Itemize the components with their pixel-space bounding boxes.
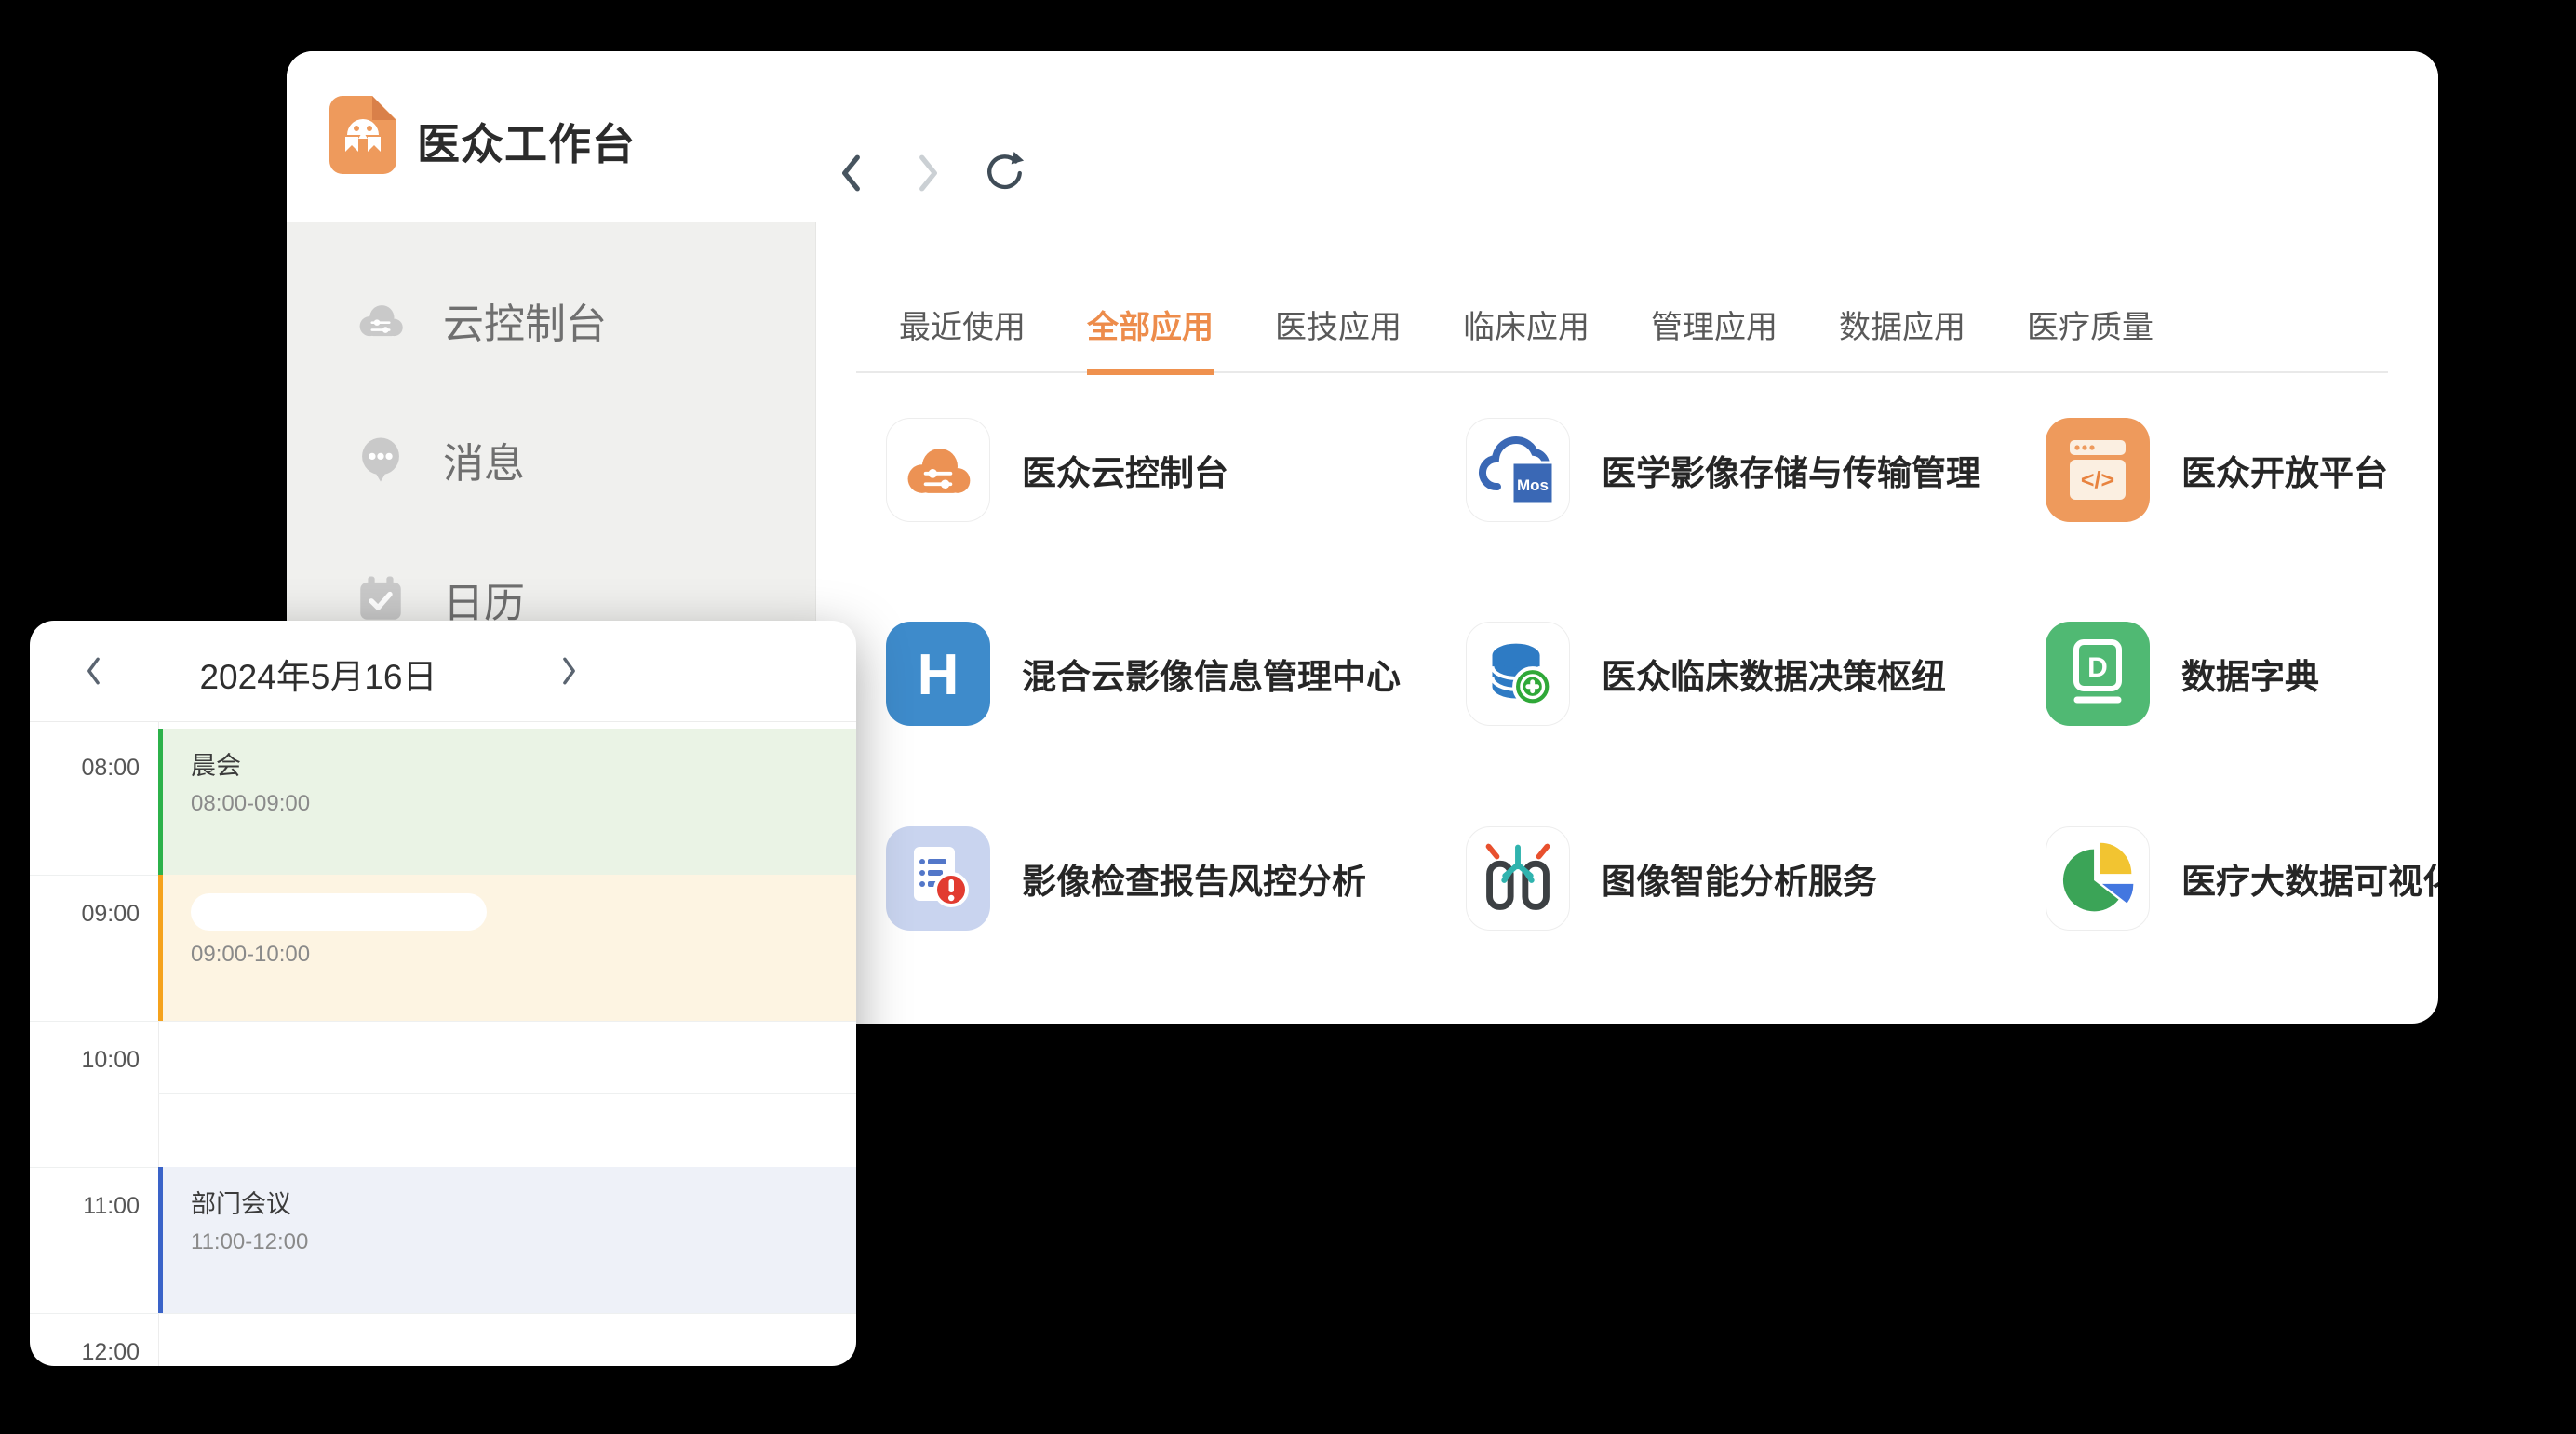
- app-category-tabs: 最近使用 全部应用 医技应用 临床应用 管理应用 数据应用 医疗质量: [856, 286, 2388, 373]
- calendar-icon: [354, 572, 408, 626]
- time-label: 08:00: [30, 755, 140, 782]
- black-backdrop: 医众工作台: [0, 0, 2576, 1434]
- app-label: 影像检查报告风控分析: [1022, 853, 1366, 904]
- app-label: 图像智能分析服务: [1602, 853, 1877, 904]
- app-image-ai-analysis[interactable]: 图像智能分析服务: [1466, 826, 1877, 931]
- app-label: 数据字典: [2181, 649, 2319, 699]
- svg-text:H: H: [918, 643, 959, 707]
- calendar-day-grid: 08:00 09:00 10:00 11:00 12:00 晨会 08:00-0…: [30, 721, 856, 1366]
- window-header: 医众工作台: [287, 51, 2438, 222]
- tab-all-apps[interactable]: 全部应用: [1087, 302, 1214, 375]
- tab-medical-quality[interactable]: 医疗质量: [2027, 302, 2153, 375]
- chevron-right-icon: [916, 154, 940, 193]
- hour-gridline: [30, 875, 158, 876]
- app-label: 医学影像存储与传输管理: [1602, 445, 1980, 495]
- database-plus-icon: [1466, 622, 1570, 726]
- app-cloud-console[interactable]: 医众云控制台: [886, 418, 1228, 522]
- forward-button[interactable]: [906, 152, 949, 194]
- app-bigdata-visualization[interactable]: 医疗大数据可视化: [2046, 826, 2438, 931]
- app-open-platform[interactable]: </> 医众开放平台: [2046, 418, 2388, 522]
- svg-text:Mos: Mos: [1517, 476, 1549, 494]
- pie-chart-icon: [2046, 826, 2150, 931]
- hour-gridline: [30, 1313, 856, 1314]
- svg-text:</>: </>: [2081, 467, 2114, 493]
- sidebar-item-label: 云控制台: [443, 290, 607, 350]
- tab-management-apps[interactable]: 管理应用: [1651, 302, 1778, 375]
- next-day-button[interactable]: [547, 649, 592, 693]
- sidebar-item-cloud-console[interactable]: 云控制台: [354, 290, 607, 350]
- time-label: 10:00: [30, 1047, 140, 1074]
- calendar-header: 2024年5月16日: [30, 621, 856, 722]
- time-label: 12:00: [30, 1339, 140, 1366]
- back-button[interactable]: [830, 152, 873, 194]
- app-label: 医疗大数据可视化: [2181, 853, 2438, 904]
- app-report-risk-analysis[interactable]: 影像检查报告风控分析: [886, 826, 1366, 931]
- refresh-button[interactable]: [983, 152, 1026, 194]
- chevron-left-icon: [839, 154, 864, 193]
- time-label: 11:00: [30, 1193, 140, 1220]
- chevron-left-icon: [83, 655, 103, 687]
- event-morning-meeting[interactable]: 晨会 08:00-09:00: [158, 729, 856, 875]
- lungs-icon: [1466, 826, 1570, 931]
- app-label: 混合云影像信息管理中心: [1022, 649, 1401, 699]
- tab-recent[interactable]: 最近使用: [899, 302, 1026, 375]
- calendar-date: 2024年5月16日: [132, 649, 504, 699]
- cloud-mos-icon: Mos: [1466, 418, 1570, 522]
- event-time: 11:00-12:00: [191, 1229, 856, 1255]
- half-hour-gridline: [158, 1093, 856, 1094]
- app-logo-icon: [329, 96, 396, 174]
- event-time: 09:00-10:00: [191, 942, 856, 968]
- open-platform-code-icon: </>: [2046, 418, 2150, 522]
- app-label: 医众开放平台: [2181, 445, 2388, 495]
- message-icon: [354, 433, 408, 487]
- cloud-settings-icon: [354, 293, 408, 347]
- report-risk-icon: [886, 826, 990, 931]
- hybrid-cloud-h-icon: H: [886, 622, 990, 726]
- hour-gridline: [30, 1021, 856, 1022]
- chevron-right-icon: [559, 655, 580, 687]
- sidebar-item-label: 消息: [443, 430, 525, 489]
- sidebar-item-messages[interactable]: 消息: [354, 430, 525, 489]
- previous-day-button[interactable]: [71, 649, 115, 693]
- app-label: 医众临床数据决策枢纽: [1602, 649, 1946, 699]
- app-image-storage-transfer[interactable]: Mos 医学影像存储与传输管理: [1466, 418, 1980, 522]
- tab-data-apps[interactable]: 数据应用: [1839, 302, 1966, 375]
- svg-text:D: D: [2087, 652, 2108, 683]
- time-label: 09:00: [30, 901, 140, 928]
- event-title: 部门会议: [191, 1184, 856, 1220]
- event-title: 晨会: [191, 745, 856, 782]
- app-label: 医众云控制台: [1022, 445, 1228, 495]
- app-hybrid-cloud-imaging-center[interactable]: H 混合云影像信息管理中心: [886, 622, 1401, 726]
- calendar-popup: 2024年5月16日 08:00 09:00 10:00 11:00 12:00…: [30, 621, 856, 1366]
- app-data-dictionary[interactable]: D 数据字典: [2046, 622, 2319, 726]
- tab-medtech-apps[interactable]: 医技应用: [1275, 302, 1402, 375]
- redacted-event-title: [191, 893, 487, 931]
- event-redacted[interactable]: 09:00-10:00: [158, 875, 856, 1021]
- orange-cloud-settings-icon: [886, 418, 990, 522]
- app-title: 医众工作台: [417, 111, 636, 172]
- event-time: 08:00-09:00: [191, 791, 856, 817]
- event-department-meeting[interactable]: 部门会议 11:00-12:00: [158, 1167, 856, 1313]
- tab-clinical-apps[interactable]: 临床应用: [1463, 302, 1590, 375]
- refresh-icon: [983, 151, 1026, 195]
- dictionary-icon: D: [2046, 622, 2150, 726]
- app-clinical-data-hub[interactable]: 医众临床数据决策枢纽: [1466, 622, 1946, 726]
